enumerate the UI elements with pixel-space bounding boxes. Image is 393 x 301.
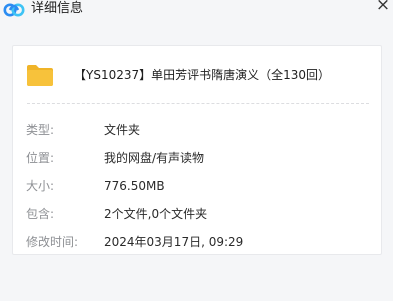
contains-label: 包含: bbox=[26, 207, 55, 221]
detail-row-type: 类型: 文件夹 bbox=[13, 122, 383, 138]
close-button[interactable]: × bbox=[375, 0, 391, 14]
modified-value: 2024年03月17日, 09:29 bbox=[104, 235, 244, 249]
title-bar: 详细信息 × bbox=[0, 0, 393, 20]
details-card: 【YS10237】单田芳评书隋唐演义（全130回） 类型: 文件夹 位置: 我的… bbox=[12, 45, 382, 255]
detail-row-modified: 修改时间: 2024年03月17日, 09:29 bbox=[13, 234, 383, 250]
type-value: 文件夹 bbox=[104, 123, 141, 137]
size-value: 776.50MB bbox=[104, 179, 165, 193]
contains-value: 2个文件,0个文件夹 bbox=[104, 207, 208, 221]
divider bbox=[27, 103, 369, 104]
baidu-netdisk-logo-icon bbox=[3, 3, 25, 17]
detail-row-location: 位置: 我的网盘/有声读物 bbox=[13, 150, 383, 166]
folder-icon bbox=[27, 65, 53, 86]
location-label: 位置: bbox=[26, 151, 55, 165]
size-label: 大小: bbox=[26, 179, 55, 193]
modified-label: 修改时间: bbox=[26, 235, 79, 249]
file-name: 【YS10237】单田芳评书隋唐演义（全130回） bbox=[74, 68, 331, 82]
detail-row-size: 大小: 776.50MB bbox=[13, 178, 383, 194]
window-title: 详细信息 bbox=[31, 1, 84, 16]
location-value: 我的网盘/有声读物 bbox=[104, 151, 205, 165]
type-label: 类型: bbox=[26, 123, 55, 137]
detail-row-contains: 包含: 2个文件,0个文件夹 bbox=[13, 206, 383, 222]
